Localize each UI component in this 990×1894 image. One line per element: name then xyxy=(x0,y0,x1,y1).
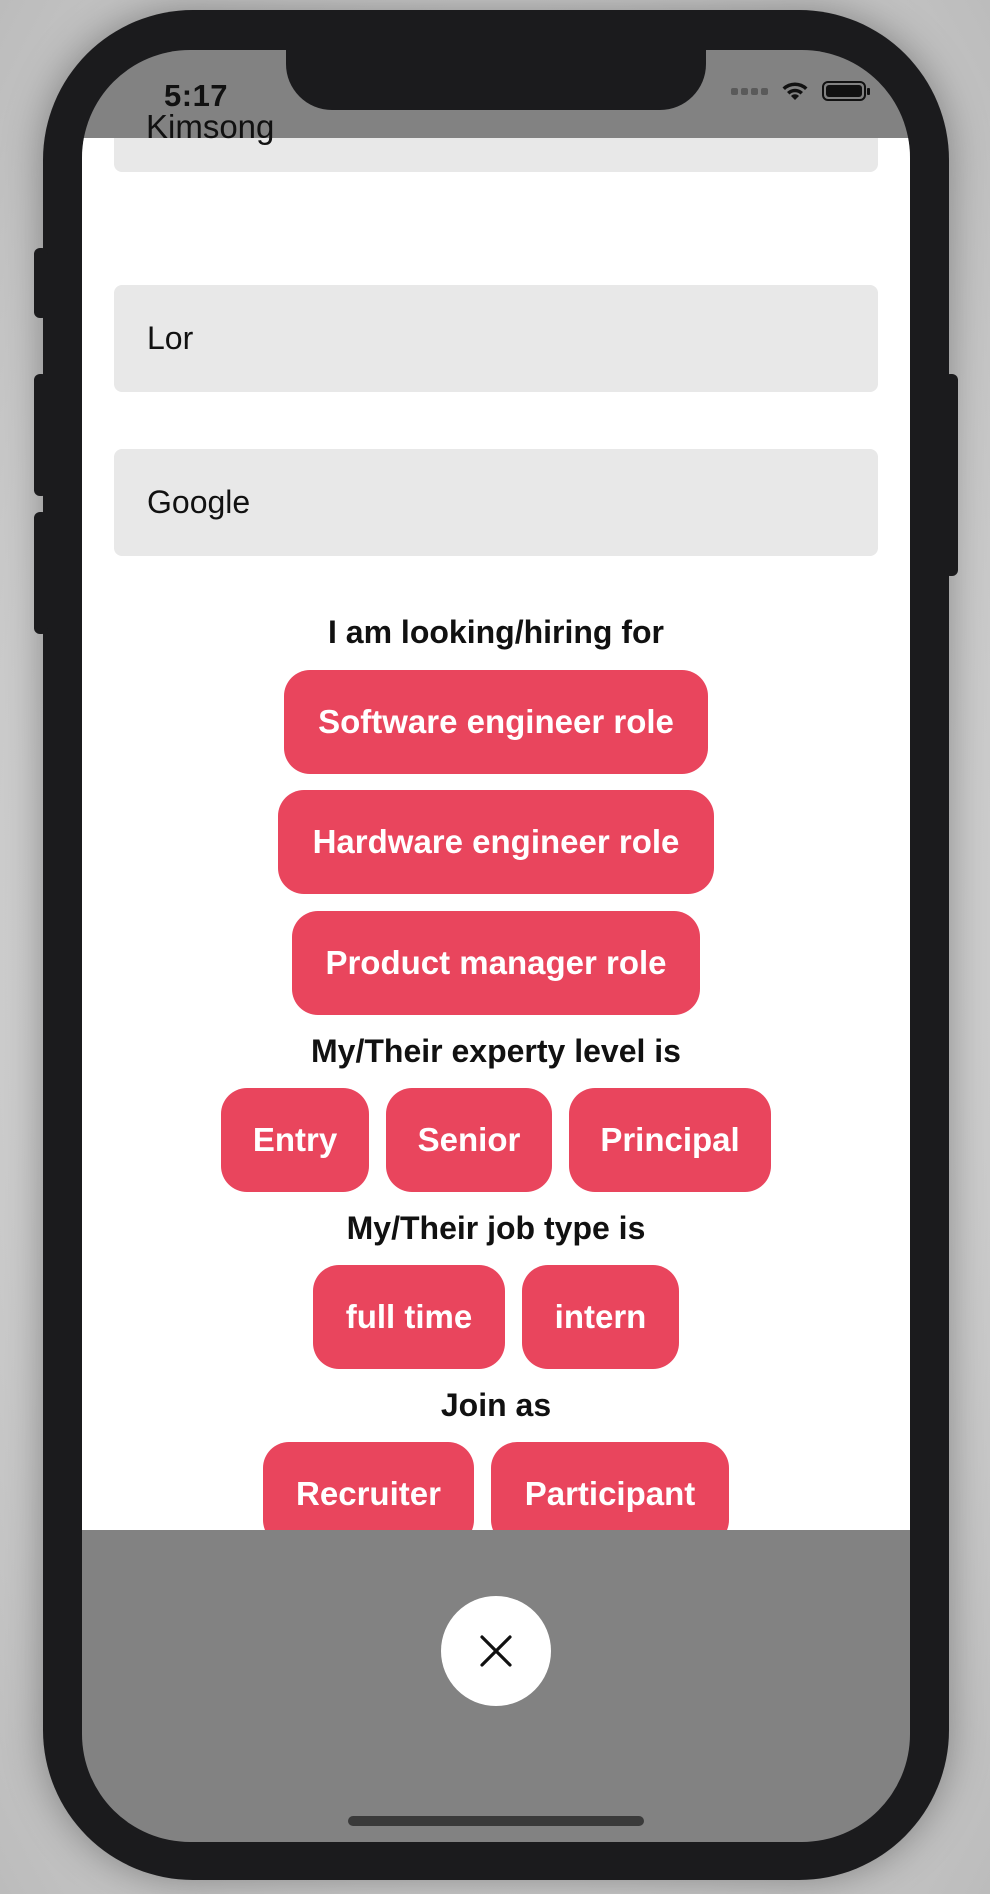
status-indicators xyxy=(731,80,870,102)
role-option-row: Hardware engineer role xyxy=(82,790,910,894)
role-option-product-manager[interactable]: Product manager role xyxy=(292,911,700,1015)
role-option-hardware-engineer[interactable]: Hardware engineer role xyxy=(278,790,714,894)
last-name-value: Lor xyxy=(147,320,194,356)
battery-icon xyxy=(822,81,870,101)
power-button xyxy=(944,374,958,576)
cellular-signal-icon xyxy=(731,87,768,95)
device-notch xyxy=(286,50,706,110)
company-field[interactable]: Google xyxy=(114,449,878,556)
role-option-software-engineer[interactable]: Software engineer role xyxy=(284,670,708,774)
expertise-option-principal[interactable]: Principal xyxy=(569,1088,771,1192)
role-option-row: Software engineer role xyxy=(82,670,910,774)
mute-switch xyxy=(34,248,48,318)
close-button[interactable] xyxy=(441,1596,551,1706)
job-type-option-intern[interactable]: intern xyxy=(522,1265,679,1369)
job-type-section-label: My/Their job type is xyxy=(346,1210,646,1246)
home-indicator[interactable] xyxy=(348,1816,644,1826)
role-option-row: Product manager role xyxy=(82,911,910,1015)
expertise-section-label: My/Their experty level is xyxy=(311,1033,681,1069)
job-type-option-full-time[interactable]: full time xyxy=(313,1265,505,1369)
expertise-option-row: Entry Senior Principal xyxy=(82,1088,910,1192)
wifi-icon xyxy=(782,82,808,100)
job-type-option-row: full time intern xyxy=(82,1265,910,1369)
join-as-option-row: Recruiter Participant xyxy=(82,1442,910,1530)
join-as-option-recruiter[interactable]: Recruiter xyxy=(263,1442,474,1530)
volume-up-button xyxy=(34,374,48,496)
volume-down-button xyxy=(34,512,48,634)
join-as-section-label: Join as xyxy=(440,1387,552,1423)
expertise-option-senior[interactable]: Senior xyxy=(386,1088,552,1192)
role-section-label: I am looking/hiring for xyxy=(328,614,664,650)
close-icon xyxy=(480,1635,512,1667)
screen: Lor Google I am looking/hiring for Softw… xyxy=(82,50,910,1842)
first-name-partial-text: Kimsong xyxy=(146,108,275,145)
last-name-field[interactable]: Lor xyxy=(114,285,878,392)
join-as-option-participant[interactable]: Participant xyxy=(491,1442,729,1530)
expertise-option-entry[interactable]: Entry xyxy=(221,1088,369,1192)
company-value: Google xyxy=(147,484,251,520)
signup-sheet: Lor Google I am looking/hiring for Softw… xyxy=(82,138,910,1530)
